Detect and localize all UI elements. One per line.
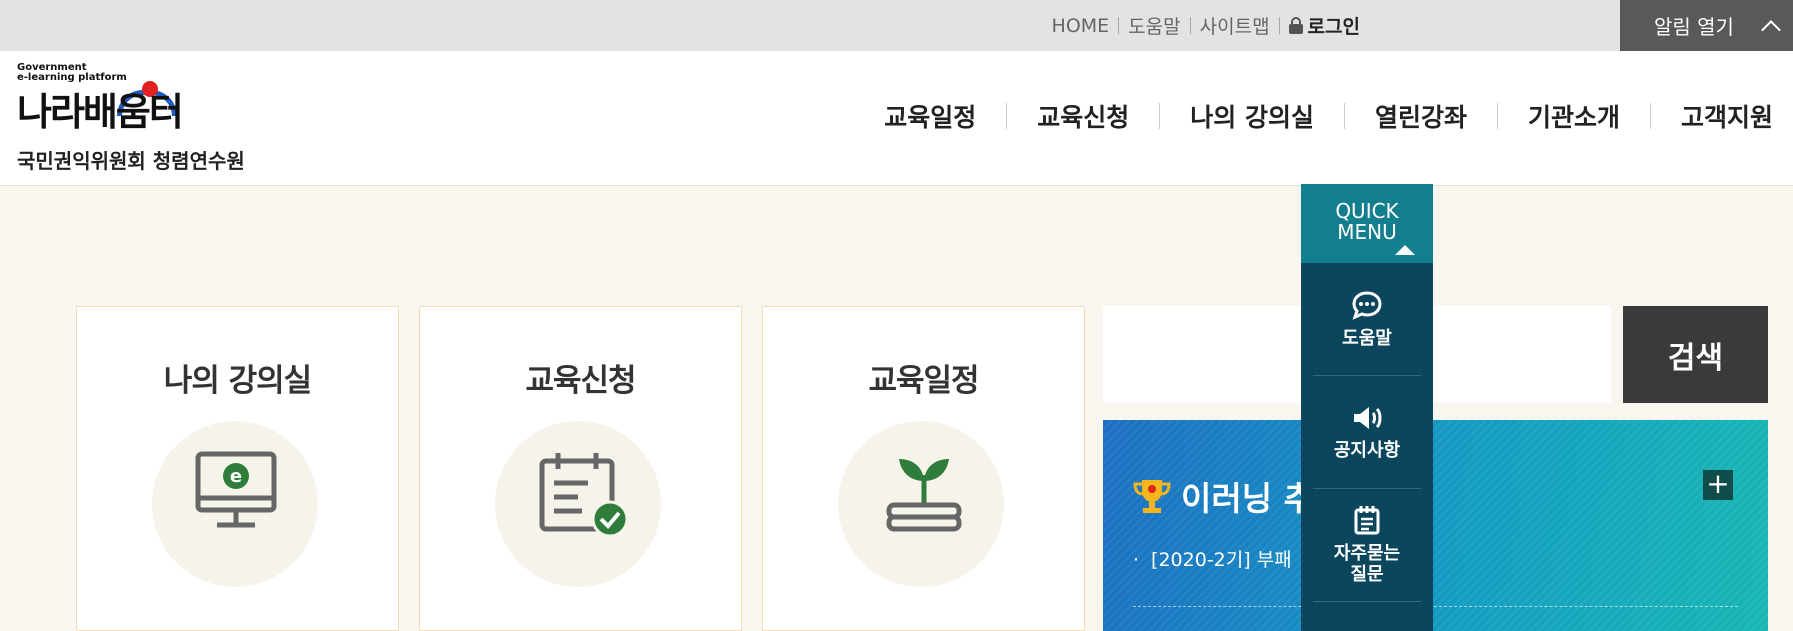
quick-item-label-1: 자주묻는	[1333, 543, 1401, 564]
quick-item-notice[interactable]: 공지사항	[1313, 376, 1421, 489]
notice-item[interactable]: · [2020-2기] 부패	[1133, 545, 1292, 572]
site-header: Government e-learning platform 나라배움터 국민권…	[0, 51, 1793, 186]
notice-text: [2020-2기] 부패	[1151, 549, 1292, 571]
card-apply[interactable]: 교육신청	[419, 306, 742, 631]
sprout-book-icon	[886, 459, 962, 532]
calendar-check-icon	[539, 453, 629, 538]
lock-icon	[1288, 17, 1303, 34]
quick-menu-toggle[interactable]: QUICK MENU	[1301, 184, 1433, 263]
quick-item-label: 도움말	[1342, 327, 1392, 349]
more-button[interactable]: +	[1703, 470, 1733, 500]
board-title: 이러닝 추	[1133, 472, 1314, 520]
nav-item-support[interactable]: 고객지원	[1651, 98, 1773, 134]
card-title: 교육신청	[525, 363, 636, 399]
search-button[interactable]: 검색	[1623, 306, 1768, 403]
site-logo[interactable]: Government e-learning platform 나라배움터	[17, 63, 257, 135]
nav-item-open-course[interactable]: 열린강좌	[1345, 98, 1497, 134]
svg-text:e: e	[230, 466, 242, 487]
elearning-board: 이러닝 추 + · [2020-2기] 부패	[1103, 420, 1768, 631]
speaker-icon	[1354, 406, 1382, 429]
bullet: ·	[1133, 549, 1140, 571]
home-link[interactable]: HOME	[1052, 15, 1110, 37]
nav-item-apply[interactable]: 교육신청	[1007, 98, 1159, 134]
divider	[1278, 17, 1280, 34]
alarm-label: 알림 열기	[1654, 15, 1734, 39]
monitor-e-icon: e	[195, 451, 277, 528]
quick-menu: QUICK MENU 도움말 공지사항 자주묻는 질문	[1301, 184, 1433, 631]
quick-menu-title-1: QUICK	[1335, 199, 1399, 223]
nav-item-my-classroom[interactable]: 나의 강의실	[1160, 98, 1344, 134]
help-link[interactable]: 도움말	[1128, 12, 1180, 39]
nav-item-about[interactable]: 기관소개	[1498, 98, 1650, 134]
quick-item-label: 공지사항	[1333, 439, 1401, 461]
quick-item-help[interactable]: 도움말	[1313, 263, 1421, 376]
chevron-up-icon	[1761, 19, 1781, 40]
quick-menu-title-2: MENU	[1337, 220, 1397, 244]
organization-name: 국민권익위원회 청렴연수원	[17, 149, 245, 173]
sitemap-link[interactable]: 사이트맵	[1200, 12, 1270, 39]
logo-wordmark: 나라배움터	[17, 90, 184, 134]
quick-item-label-2: 질문	[1350, 564, 1384, 585]
divider	[1133, 606, 1738, 607]
card-title: 나의 강의실	[163, 363, 312, 399]
utility-links: HOME 도움말 사이트맵 로그인	[1052, 0, 1360, 51]
divider	[1189, 17, 1191, 34]
chat-bubble-icon	[1352, 290, 1382, 320]
login-label: 로그인	[1307, 16, 1360, 38]
card-schedule[interactable]: 교육일정	[762, 306, 1085, 631]
triangle-up-icon	[1395, 245, 1415, 255]
nav-item-schedule[interactable]: 교육일정	[854, 98, 1006, 134]
board-title-text: 이러닝 추	[1181, 479, 1314, 518]
quick-item-faq[interactable]: 자주묻는 질문	[1313, 489, 1421, 602]
notepad-icon	[1354, 506, 1380, 535]
main-nav: 교육일정 교육신청 나의 강의실 열린강좌 기관소개 고객지원	[854, 98, 1773, 134]
divider	[1118, 17, 1120, 34]
alarm-toggle-button[interactable]: 알림 열기	[1620, 0, 1793, 51]
card-title: 교육일정	[868, 363, 979, 399]
top-utility-bar: HOME 도움말 사이트맵 로그인 알림 열기	[0, 0, 1793, 51]
login-link[interactable]: 로그인	[1288, 12, 1360, 39]
card-my-classroom[interactable]: 나의 강의실 e	[76, 306, 399, 631]
trophy-icon	[1133, 480, 1171, 513]
